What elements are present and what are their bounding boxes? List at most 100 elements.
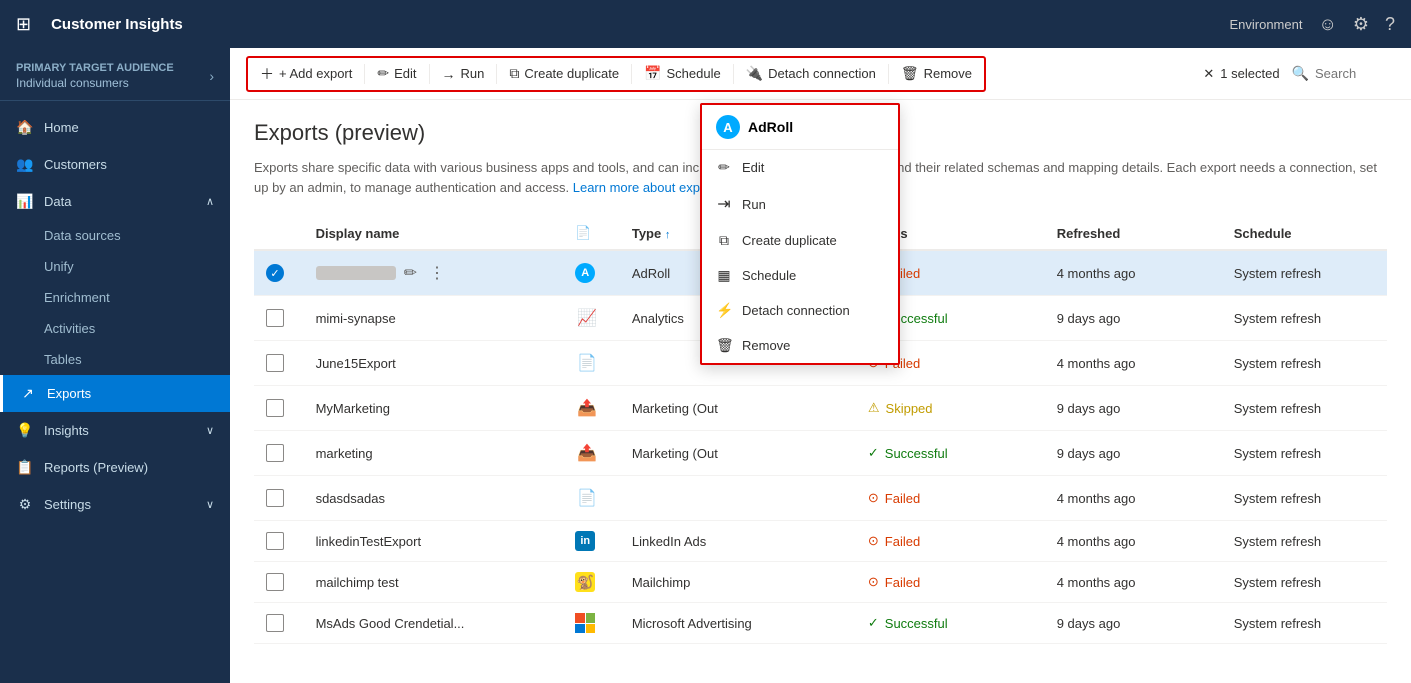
- context-schedule-icon: ▦: [716, 267, 732, 284]
- skipped-icon-3: ⚠: [868, 400, 880, 416]
- search-input[interactable]: [1315, 66, 1395, 81]
- context-duplicate-icon: ⧉: [716, 232, 732, 249]
- context-menu-detach[interactable]: ⚡ Detach connection: [702, 293, 898, 328]
- context-menu-duplicate[interactable]: ⧉ Create duplicate: [702, 223, 898, 258]
- row-refreshed-4: 9 days ago: [1045, 431, 1222, 476]
- row-checkbox-5[interactable]: [254, 476, 304, 521]
- row-checkbox-7[interactable]: [254, 562, 304, 603]
- row-type-5: [620, 476, 856, 521]
- col-header-schedule: Schedule: [1222, 217, 1387, 250]
- add-export-label: + Add export: [279, 66, 352, 81]
- sidebar-item-insights[interactable]: 💡 Insights ∨: [0, 412, 230, 449]
- sidebar-subitem-enrichment[interactable]: Enrichment: [0, 282, 230, 313]
- help-icon[interactable]: ?: [1385, 14, 1395, 35]
- row-checkbox-8[interactable]: [254, 603, 304, 644]
- sidebar-item-reports-label: Reports (Preview): [44, 460, 148, 475]
- reports-icon: 📋: [16, 459, 34, 476]
- data-collapse-icon[interactable]: ∧: [206, 195, 214, 208]
- row-type-icon-7: 🐒: [563, 562, 620, 603]
- row-checkbox-4[interactable]: [254, 431, 304, 476]
- context-schedule-label: Schedule: [742, 268, 796, 283]
- row-edit-btn-0[interactable]: ✏: [400, 261, 421, 285]
- sidebar-item-customers[interactable]: 👥 Customers: [0, 146, 230, 183]
- table-row[interactable]: sdasdsadas 📄 ⊙ Failed 4 months ago: [254, 476, 1387, 521]
- row-checkbox-1[interactable]: [254, 296, 304, 341]
- sidebar-subitem-tables[interactable]: Tables: [0, 344, 230, 375]
- status-badge-6: ⊙ Failed: [868, 533, 1033, 549]
- sidebar-subitem-activities[interactable]: Activities: [0, 313, 230, 344]
- clear-selection-icon[interactable]: ✕: [1203, 66, 1214, 82]
- app-grid-icon[interactable]: ⊞: [16, 14, 31, 35]
- table-row[interactable]: linkedinTestExport in LinkedIn Ads ⊙ Fai…: [254, 521, 1387, 562]
- user-icon[interactable]: ☺: [1318, 14, 1336, 35]
- context-remove-icon: 🗑: [716, 337, 732, 354]
- sidebar-nav: 🏠 Home 👥 Customers 📊 Data ∧ Data sources…: [0, 101, 230, 531]
- row-refreshed-5: 4 months ago: [1045, 476, 1222, 521]
- row-checkbox-3[interactable]: [254, 386, 304, 431]
- sidebar-item-reports[interactable]: 📋 Reports (Preview): [0, 449, 230, 486]
- status-badge-5: ⊙ Failed: [868, 490, 1033, 506]
- selected-count: 1 selected: [1220, 66, 1279, 81]
- col-header-refreshed: Refreshed: [1045, 217, 1222, 250]
- settings-icon[interactable]: ⚙: [1353, 14, 1369, 35]
- sidebar-subitem-unify[interactable]: Unify: [0, 251, 230, 282]
- detach-connection-button[interactable]: 🔌 Detach connection: [736, 59, 886, 88]
- run-button[interactable]: → Run: [432, 60, 495, 88]
- row-name-4: marketing: [304, 431, 564, 476]
- edit-button[interactable]: ✏ Edit: [367, 59, 426, 88]
- main-content: ＋ + Add export ✏ Edit → Run ⧉ Create dup…: [230, 48, 1411, 683]
- toolbar: ＋ + Add export ✏ Edit → Run ⧉ Create dup…: [230, 48, 1411, 100]
- table-row[interactable]: MyMarketing 📤 Marketing (Out ⚠ Skipped 9…: [254, 386, 1387, 431]
- sidebar-item-customers-label: Customers: [44, 157, 107, 172]
- row-refreshed-3: 9 days ago: [1045, 386, 1222, 431]
- row-schedule-2: System refresh: [1222, 341, 1387, 386]
- context-menu-run[interactable]: ⇥ Run: [702, 185, 898, 223]
- sidebar-header-chevron[interactable]: ›: [209, 68, 214, 84]
- table-row[interactable]: mailchimp test 🐒 Mailchimp ⊙ Failed 4 mo…: [254, 562, 1387, 603]
- empty-type-icon-5: 📄: [575, 486, 599, 510]
- context-menu-remove[interactable]: 🗑 Remove: [702, 328, 898, 363]
- context-edit-icon: ✏: [716, 159, 732, 176]
- success-icon-8: ✓: [868, 615, 879, 631]
- row-schedule-0: System refresh: [1222, 250, 1387, 296]
- status-badge-4: ✓ Successful: [868, 445, 1033, 461]
- create-duplicate-button[interactable]: ⧉ Create duplicate: [499, 59, 629, 88]
- sidebar-subitem-tables-label: Tables: [44, 352, 82, 367]
- checkbox-empty-4: [266, 444, 284, 462]
- sidebar-item-exports[interactable]: ↗ Exports: [0, 375, 230, 412]
- row-type-icon-1: 📈: [563, 296, 620, 341]
- status-badge-3: ⚠ Skipped: [868, 400, 1033, 416]
- row-type-icon-3: 📤: [563, 386, 620, 431]
- sidebar-item-data[interactable]: 📊 Data ∧: [0, 183, 230, 220]
- schedule-button[interactable]: 📅 Schedule: [634, 59, 731, 88]
- context-menu-edit[interactable]: ✏ Edit: [702, 150, 898, 185]
- checkbox-empty-5: [266, 489, 284, 507]
- remove-button[interactable]: 🗑 Remove: [891, 59, 982, 88]
- row-type-icon-2: 📄: [563, 341, 620, 386]
- row-checkbox-2[interactable]: [254, 341, 304, 386]
- sidebar-item-home[interactable]: 🏠 Home: [0, 109, 230, 146]
- context-menu-title: AdRoll: [748, 119, 793, 135]
- row-checkbox-6[interactable]: [254, 521, 304, 562]
- add-export-button[interactable]: ＋ + Add export: [250, 58, 362, 90]
- toolbar-search[interactable]: 🔍: [1292, 65, 1395, 82]
- settings-expand-icon[interactable]: ∨: [206, 498, 214, 511]
- sidebar-subitem-datasources[interactable]: Data sources: [0, 220, 230, 251]
- context-duplicate-label: Create duplicate: [742, 233, 837, 248]
- sidebar-item-settings[interactable]: ⚙ Settings ∨: [0, 486, 230, 523]
- row-more-btn-0[interactable]: ⋮: [425, 261, 449, 285]
- toolbar-sep-3: [496, 64, 497, 84]
- row-type-icon-5: 📄: [563, 476, 620, 521]
- toolbar-sep-1: [364, 64, 365, 84]
- exports-icon: ↗: [19, 385, 37, 402]
- table-row[interactable]: MsAds Good Crendetial... Microsoft Adver…: [254, 603, 1387, 644]
- insights-expand-icon[interactable]: ∨: [206, 424, 214, 437]
- table-row[interactable]: marketing 📤 Marketing (Out ✓ Successful …: [254, 431, 1387, 476]
- row-refreshed-0: 4 months ago: [1045, 250, 1222, 296]
- row-checkbox-0[interactable]: ✓: [254, 250, 304, 296]
- context-menu-schedule[interactable]: ▦ Schedule: [702, 258, 898, 293]
- toolbar-sep-4: [631, 64, 632, 84]
- sidebar-subitem-datasources-label: Data sources: [44, 228, 121, 243]
- checkbox-empty-2: [266, 354, 284, 372]
- sidebar-subitem-activities-label: Activities: [44, 321, 95, 336]
